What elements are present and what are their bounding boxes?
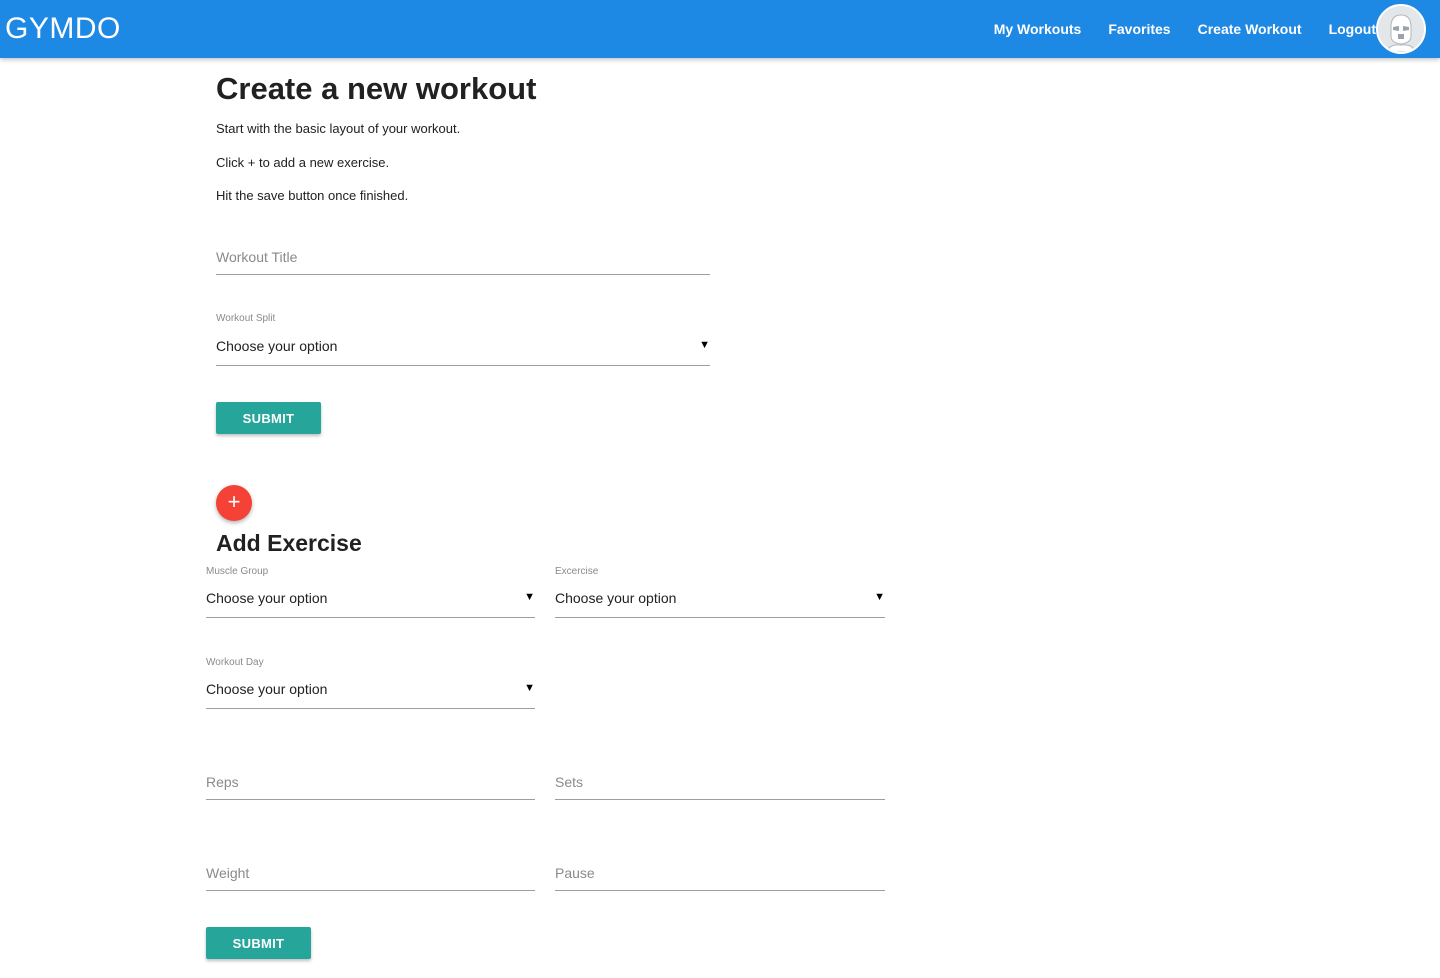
- instruction-text: Start with the basic layout of your work…: [216, 121, 461, 136]
- reps-field: [206, 763, 535, 800]
- exercise-label: Excercise: [555, 566, 599, 577]
- add-exercise-button[interactable]: +: [216, 485, 252, 521]
- sets-field: [555, 763, 885, 800]
- page-title: Create a new workout: [216, 71, 537, 106]
- weight-field: [206, 854, 535, 891]
- stormtrooper-avatar-icon: [1378, 6, 1424, 52]
- muscle-group-select[interactable]: Choose your option ▼: [206, 589, 535, 618]
- brand-logo[interactable]: GYMDO: [5, 10, 121, 48]
- add-exercise-title: Add Exercise: [216, 530, 362, 556]
- muscle-group-label: Muscle Group: [206, 566, 269, 577]
- sets-input[interactable]: [555, 765, 885, 799]
- instruction-text: Click + to add a new exercise.: [216, 155, 390, 170]
- nav-logout[interactable]: Logout: [1329, 21, 1376, 37]
- workout-title-field: [216, 238, 710, 275]
- reps-input[interactable]: [206, 765, 535, 799]
- workout-day-label: Workout Day: [206, 657, 264, 668]
- pause-field: [555, 854, 885, 891]
- nav-links: My Workouts Favorites Create Workout Log…: [967, 0, 1376, 58]
- nav-favorites[interactable]: Favorites: [1108, 21, 1170, 37]
- workout-title-input[interactable]: [216, 240, 710, 274]
- nav-create-workout[interactable]: Create Workout: [1198, 21, 1302, 37]
- navbar: GYMDO My Workouts Favorites Create Worko…: [0, 0, 1440, 58]
- workout-split-value: Choose your option: [216, 338, 338, 354]
- exercise-value: Choose your option: [555, 590, 677, 606]
- workout-split-label: Workout Split: [216, 313, 276, 324]
- workout-split-select[interactable]: Choose your option ▼: [216, 337, 710, 366]
- caret-down-icon: ▼: [874, 591, 885, 603]
- workout-day-value: Choose your option: [206, 681, 328, 697]
- muscle-group-value: Choose your option: [206, 590, 328, 606]
- avatar[interactable]: [1376, 4, 1426, 54]
- caret-down-icon: ▼: [699, 339, 710, 351]
- nav-my-workouts[interactable]: My Workouts: [994, 21, 1082, 37]
- workout-submit-button[interactable]: SUBMIT: [216, 402, 321, 434]
- exercise-select[interactable]: Choose your option ▼: [555, 589, 885, 618]
- exercise-submit-button[interactable]: SUBMIT: [206, 927, 311, 959]
- workout-day-select[interactable]: Choose your option ▼: [206, 680, 535, 709]
- caret-down-icon: ▼: [524, 591, 535, 603]
- plus-icon: +: [227, 489, 241, 514]
- caret-down-icon: ▼: [524, 682, 535, 694]
- weight-input[interactable]: [206, 856, 535, 890]
- pause-input[interactable]: [555, 856, 885, 890]
- instruction-text: Hit the save button once finished.: [216, 188, 409, 203]
